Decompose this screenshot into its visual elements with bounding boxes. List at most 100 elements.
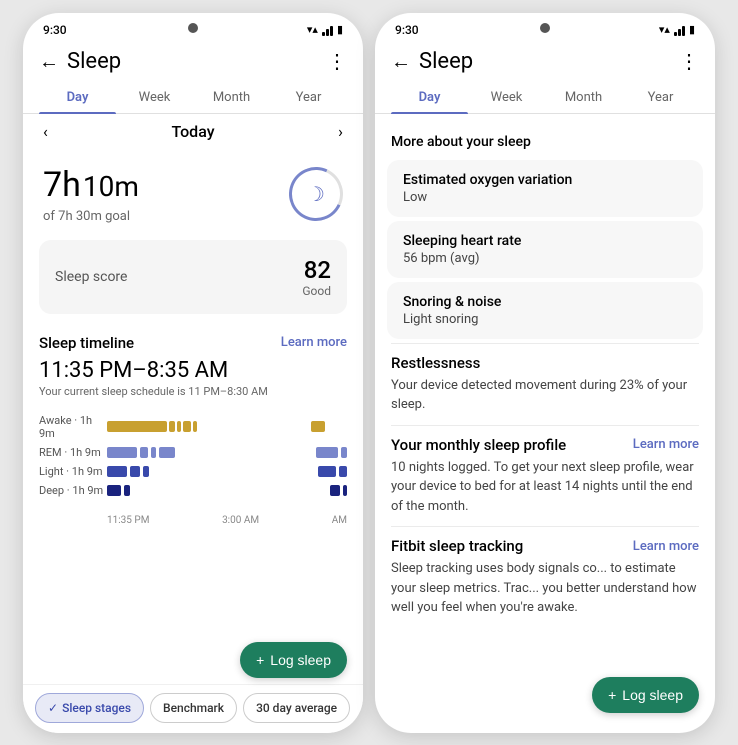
metric-card-oxygen[interactable]: Estimated oxygen variation Low (387, 160, 703, 217)
nav-next[interactable]: › (338, 122, 343, 141)
score-sub: Good (302, 284, 331, 298)
tabs-left: Day Week Month Year (23, 82, 363, 114)
log-sleep-button-left[interactable]: + Log sleep (240, 642, 347, 678)
content-right: More about your sleep Estimated oxygen v… (375, 114, 715, 733)
monthly-learn-more[interactable]: Learn more (633, 437, 699, 452)
time-axis-end: AM (332, 515, 347, 526)
back-button-right[interactable]: ← (391, 49, 411, 74)
rem-seg-1 (107, 447, 137, 458)
moon-icon: ☽ (307, 182, 325, 206)
nav-label: Today (171, 122, 214, 141)
time-range-value: 11:35 PM–8:35 AM (39, 358, 228, 383)
sleep-stages-button[interactable]: ✓ Sleep stages (35, 693, 144, 723)
page-title-left: Sleep (67, 49, 327, 74)
tab-day-right[interactable]: Day (391, 82, 468, 113)
monthly-title: Your monthly sleep profile (391, 436, 566, 454)
score-value-container: 82 Good (302, 256, 331, 298)
battery-icon-right: ▮ (689, 23, 695, 36)
back-button-left[interactable]: ← (39, 49, 59, 74)
tab-week-right[interactable]: Week (468, 82, 545, 113)
fitbit-text: Sleep tracking uses body signals co... t… (391, 559, 699, 618)
plus-icon-left: + (256, 652, 264, 668)
deep-seg-2 (124, 485, 130, 496)
camera-dot-left (188, 23, 198, 33)
deep-seg-4 (343, 485, 347, 496)
wifi-icon: ▾▴ (307, 23, 318, 36)
score-card: Sleep score 82 Good (39, 240, 347, 314)
right-content-inner: More about your sleep Estimated oxygen v… (375, 114, 715, 706)
snoring-title: Snoring & noise (403, 294, 687, 310)
page-title-right: Sleep (419, 49, 679, 74)
awake-seg-3 (177, 421, 181, 432)
tab-day-left[interactable]: Day (39, 82, 116, 113)
metric-card-snoring[interactable]: Snoring & noise Light snoring (387, 282, 703, 339)
awake-seg-4 (183, 421, 191, 432)
metric-card-heartrate[interactable]: Sleeping heart rate 56 bpm (avg) (387, 221, 703, 278)
header-right: ← Sleep ⋮ (375, 41, 715, 82)
rem-seg-2 (140, 447, 148, 458)
awake-seg-2 (169, 421, 175, 432)
signal-icon-right (674, 24, 685, 36)
sleep-duration: 7h 10m of 7h 30m goal ☽ (23, 149, 363, 232)
wifi-icon-right: ▾▴ (659, 23, 670, 36)
fitbit-header: Fitbit sleep tracking Learn more (391, 537, 699, 555)
timeline-header: Sleep timeline Learn more (23, 322, 363, 356)
deep-seg-3 (330, 485, 340, 496)
tabs-right: Day Week Month Year (375, 82, 715, 114)
header-left: ← Sleep ⋮ (23, 41, 363, 82)
light-seg-1 (107, 466, 127, 477)
restlessness-text: Your device detected movement during 23%… (391, 376, 699, 415)
timeline-row-awake: Awake · 1h 9m (39, 414, 347, 440)
tab-year-left[interactable]: Year (270, 82, 347, 113)
signal-icon (322, 24, 333, 36)
light-seg-4 (318, 466, 336, 477)
tab-month-right[interactable]: Month (545, 82, 622, 113)
check-icon: ✓ (48, 701, 58, 715)
tab-week-left[interactable]: Week (116, 82, 193, 113)
status-time-left: 9:30 (43, 23, 67, 37)
oxygen-value: Low (403, 190, 687, 205)
30day-button[interactable]: 30 day average (243, 693, 350, 723)
left-phone: 9:30 ▾▴ ▮ ← Sleep ⋮ Day Week Month Year (23, 13, 363, 733)
camera-dot-right (540, 23, 550, 33)
nav-row: ‹ Today › (23, 114, 363, 149)
time-axis: 11:35 PM 3:00 AM AM (23, 511, 363, 530)
awake-seg-5 (193, 421, 197, 432)
light-seg-2 (130, 466, 140, 477)
snoring-value: Light snoring (403, 312, 687, 327)
benchmark-button[interactable]: Benchmark (150, 693, 237, 723)
deep-seg-1 (107, 485, 121, 496)
duration-value: 7h (43, 165, 81, 205)
awake-label: Awake · 1h 9m (39, 414, 107, 440)
fitbit-learn-more[interactable]: Learn more (633, 539, 699, 554)
restlessness-section: Restlessness Your device detected moveme… (375, 344, 715, 425)
bottom-buttons: ✓ Sleep stages Benchmark 30 day average (23, 684, 363, 733)
tab-month-left[interactable]: Month (193, 82, 270, 113)
battery-icon: ▮ (337, 23, 343, 36)
rem-seg-5 (316, 447, 338, 458)
fitbit-section: Fitbit sleep tracking Learn more Sleep t… (375, 527, 715, 628)
monthly-section: Your monthly sleep profile Learn more 10… (375, 426, 715, 527)
heartrate-value: 56 bpm (avg) (403, 251, 687, 266)
right-phone: 9:30 ▾▴ ▮ ← Sleep ⋮ Day Week Month Year (375, 13, 715, 733)
rem-seg-3 (151, 447, 156, 458)
status-bar-left: 9:30 ▾▴ ▮ (23, 13, 363, 41)
nav-prev[interactable]: ‹ (43, 122, 48, 141)
awake-segments (107, 421, 347, 432)
more-menu-right[interactable]: ⋮ (679, 49, 699, 73)
duration-row: 7h 10m (43, 165, 141, 205)
time-axis-mid: 3:00 AM (222, 515, 259, 526)
tab-year-right[interactable]: Year (622, 82, 699, 113)
status-time-right: 9:30 (395, 23, 419, 37)
sleep-timeline: Awake · 1h 9m REM · 1h 9m (23, 406, 363, 511)
restlessness-title: Restlessness (391, 354, 699, 372)
awake-seg-1 (107, 421, 167, 432)
benchmark-label: Benchmark (163, 701, 224, 715)
schedule-note: Your current sleep schedule is 11 PM–8:3… (23, 383, 363, 406)
monthly-text: 10 nights logged. To get your next sleep… (391, 458, 699, 517)
timeline-learn-more[interactable]: Learn more (281, 335, 347, 350)
log-sleep-button-right[interactable]: + Log sleep (592, 677, 699, 713)
more-menu-left[interactable]: ⋮ (327, 49, 347, 73)
monthly-header: Your monthly sleep profile Learn more (391, 436, 699, 454)
status-bar-right: 9:30 ▾▴ ▮ (375, 13, 715, 41)
